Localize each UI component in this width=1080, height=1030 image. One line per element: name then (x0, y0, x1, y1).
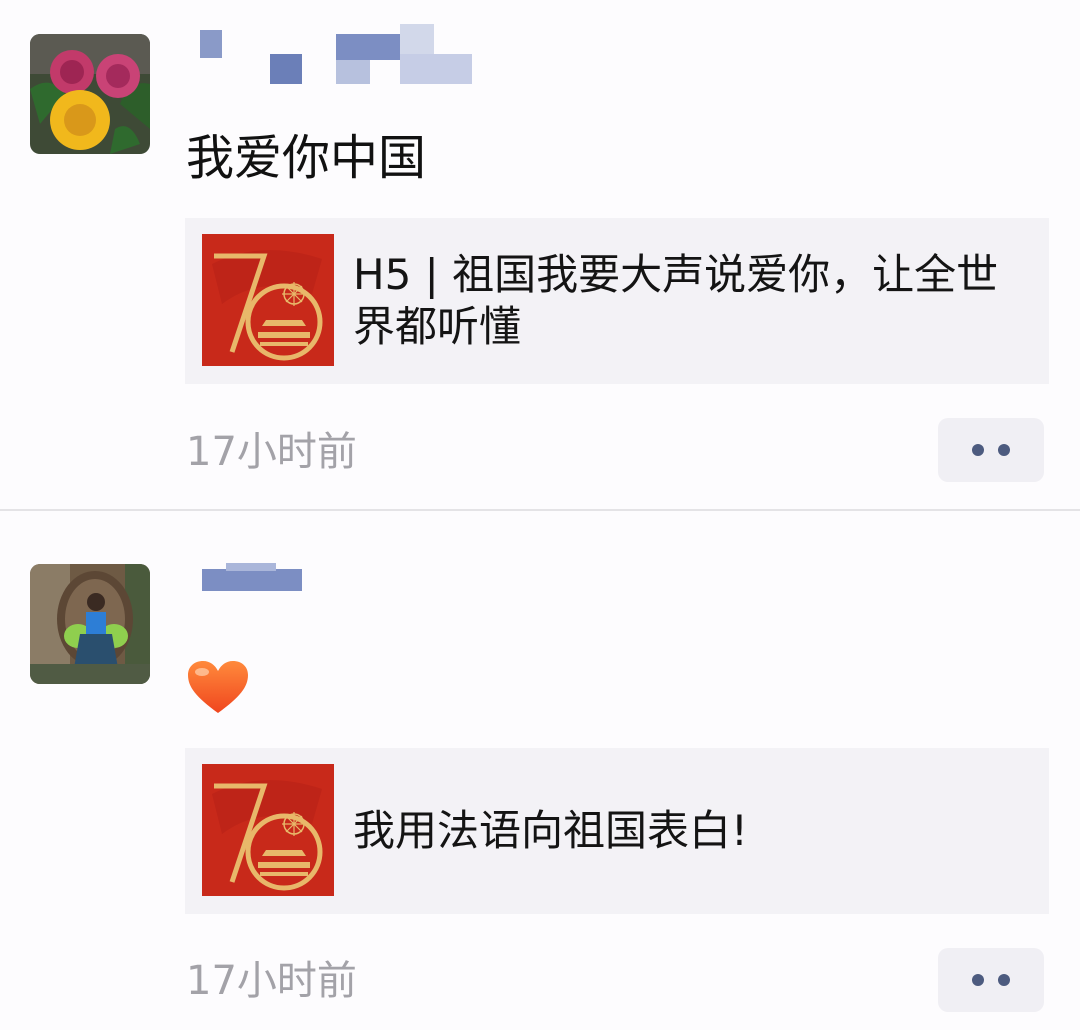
post-timestamp: 17小时前 (186, 958, 357, 1004)
link-title: 我用法语向祖国表白! (353, 806, 748, 855)
orange-heart-icon (186, 659, 250, 715)
post-timestamp: 17小时前 (186, 429, 357, 475)
more-dots-icon (972, 974, 984, 986)
shared-link-card[interactable]: H5 | 祖国我要大声说爱你，让全世界都听懂 (185, 218, 1049, 384)
more-actions-button[interactable] (938, 418, 1044, 482)
link-title: H5 | 祖国我要大声说爱你，让全世界都听懂 (353, 250, 999, 351)
user-name-blurred[interactable] (186, 24, 476, 84)
link-thumbnail-70th-emblem (202, 234, 334, 366)
user-avatar-photo[interactable] (30, 564, 150, 684)
user-avatar-roses[interactable] (30, 34, 150, 154)
moment-post: 我用法语向祖国表白! 17小时前 (0, 511, 1080, 1030)
moment-post: 我爱你中国 H5 | 祖国我要大声说爱你，让全世界都听懂 17小时前 (0, 0, 1080, 510)
post-text: 我爱你中国 (186, 130, 427, 186)
more-actions-button[interactable] (938, 948, 1044, 1012)
user-name-blurred[interactable] (186, 561, 306, 621)
more-dots-icon (972, 444, 984, 456)
shared-link-card[interactable]: 我用法语向祖国表白! (185, 748, 1049, 914)
link-thumbnail-70th-emblem (202, 764, 334, 896)
